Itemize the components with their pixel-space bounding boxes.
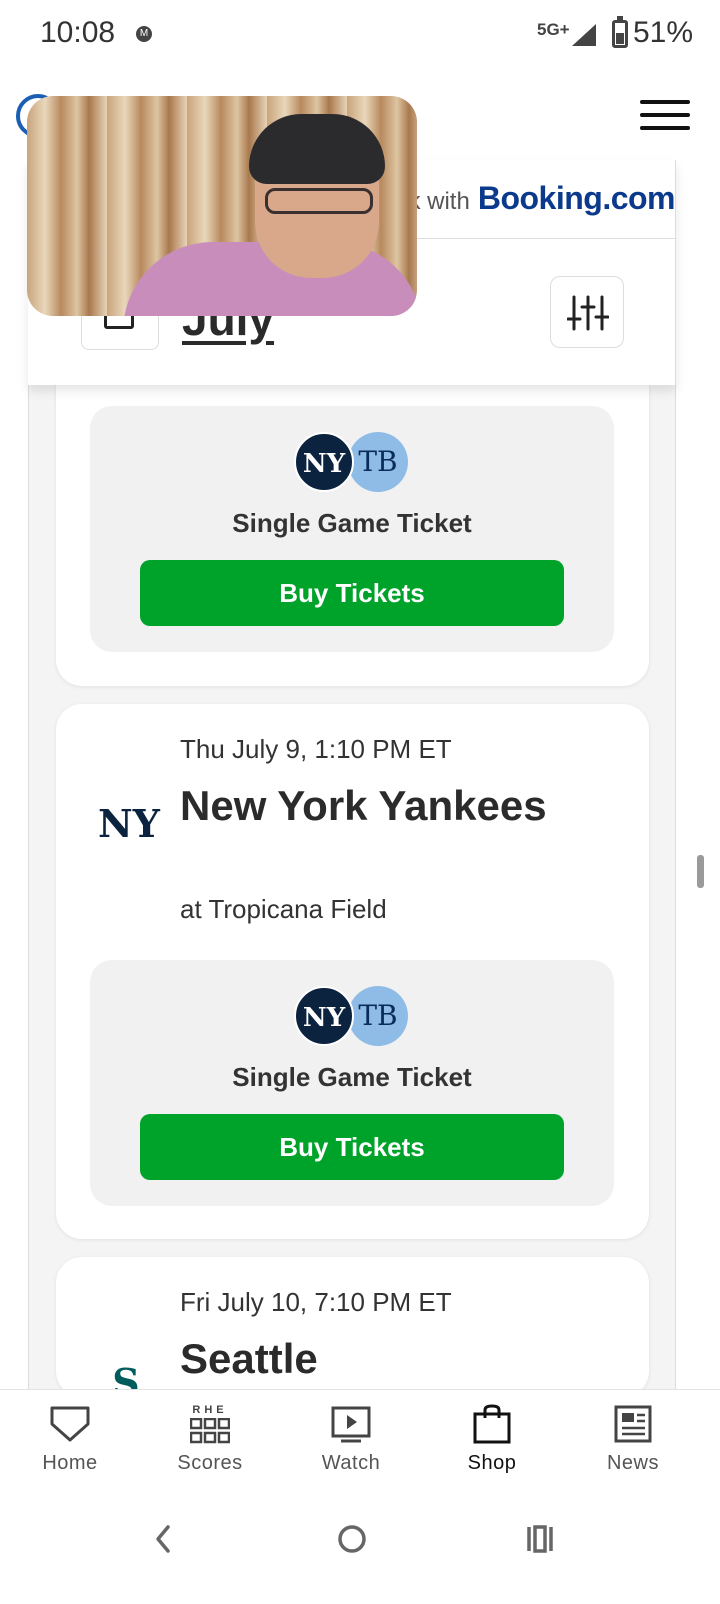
nav-home[interactable]: Home xyxy=(10,1390,130,1490)
ticket-box: NY TB Single Game Ticket Buy Tickets xyxy=(90,960,614,1206)
rays-logo-icon: TB xyxy=(348,432,408,492)
nav-news[interactable]: News xyxy=(573,1390,693,1490)
nav-label: Home xyxy=(42,1452,98,1474)
filter-button[interactable] xyxy=(550,276,624,348)
status-time: 10:08 xyxy=(40,16,116,49)
nav-label: Watch xyxy=(321,1452,381,1474)
game-date: Thu July 9, 1:10 PM ET xyxy=(180,734,452,764)
status-bar: 10:08 M 5G+ 51% xyxy=(0,0,720,70)
signal-icon xyxy=(572,24,596,46)
home-plate-icon xyxy=(50,1406,90,1442)
bottom-nav: Home RHE Scores Watch Shop News xyxy=(0,1389,720,1489)
rays-logo-icon: TB xyxy=(348,986,408,1046)
notification-icon: M xyxy=(136,26,152,42)
person-hair xyxy=(249,114,385,184)
home-circle-icon[interactable] xyxy=(322,1509,382,1569)
back-icon[interactable] xyxy=(132,1509,192,1569)
game-card: Fri July 10, 7:10 PM ET S Seattle xyxy=(56,1257,649,1397)
system-nav-bar xyxy=(0,1489,720,1604)
newspaper-icon xyxy=(614,1405,652,1443)
scoreboard-icon: RHE xyxy=(190,1404,230,1444)
team-name[interactable]: Seattle xyxy=(180,1335,580,1383)
ticket-type: Single Game Ticket xyxy=(232,508,472,538)
yankees-logo-icon: NY xyxy=(98,801,160,846)
scoreboard-icon-text: RHE xyxy=(192,1404,228,1416)
battery-icon xyxy=(612,20,628,48)
shopping-bag-icon xyxy=(473,1404,511,1444)
video-call-overlay[interactable] xyxy=(27,96,417,316)
video-icon xyxy=(331,1406,371,1443)
team-name[interactable]: New York Yankees xyxy=(180,782,580,830)
buy-tickets-button[interactable]: Buy Tickets xyxy=(140,1114,564,1180)
nav-label: News xyxy=(606,1452,659,1474)
sliders-icon xyxy=(567,295,609,331)
nav-label: Scores xyxy=(177,1452,243,1474)
recents-icon[interactable] xyxy=(510,1509,570,1569)
network-type: 5G+ xyxy=(537,20,570,39)
battery-fill xyxy=(616,32,624,44)
nav-watch[interactable]: Watch xyxy=(291,1390,411,1490)
scrollbar-thumb[interactable] xyxy=(697,855,704,888)
buy-tickets-button[interactable]: Buy Tickets xyxy=(140,560,564,626)
hamburger-menu-icon[interactable] xyxy=(640,100,690,130)
ticket-box: NY TB Single Game Ticket Buy Tickets xyxy=(90,406,614,652)
sponsor-brand: Booking.com xyxy=(477,180,676,216)
nav-scores[interactable]: RHE Scores xyxy=(150,1390,270,1490)
ticket-type: Single Game Ticket xyxy=(232,1062,472,1092)
menu-line xyxy=(640,113,690,117)
menu-line xyxy=(640,126,690,130)
game-date: Fri July 10, 7:10 PM ET xyxy=(180,1287,452,1317)
yankees-logo-icon: NY xyxy=(294,986,354,1046)
matchup-logos: NY TB xyxy=(294,432,410,492)
menu-line xyxy=(640,100,690,104)
person-glasses xyxy=(265,188,373,214)
nav-shop[interactable]: Shop xyxy=(432,1390,552,1490)
matchup-logos: NY TB xyxy=(294,986,410,1046)
sponsor-prefix: k with xyxy=(408,188,470,215)
nav-label: Shop xyxy=(467,1452,517,1474)
game-card: Thu July 9, 1:10 PM ET NY New York Yanke… xyxy=(56,704,649,1239)
battery-percent: 51% xyxy=(633,16,694,49)
scoreboard-grid xyxy=(190,1418,230,1444)
yankees-logo-icon: NY xyxy=(294,432,354,492)
venue: at Tropicana Field xyxy=(180,894,387,924)
